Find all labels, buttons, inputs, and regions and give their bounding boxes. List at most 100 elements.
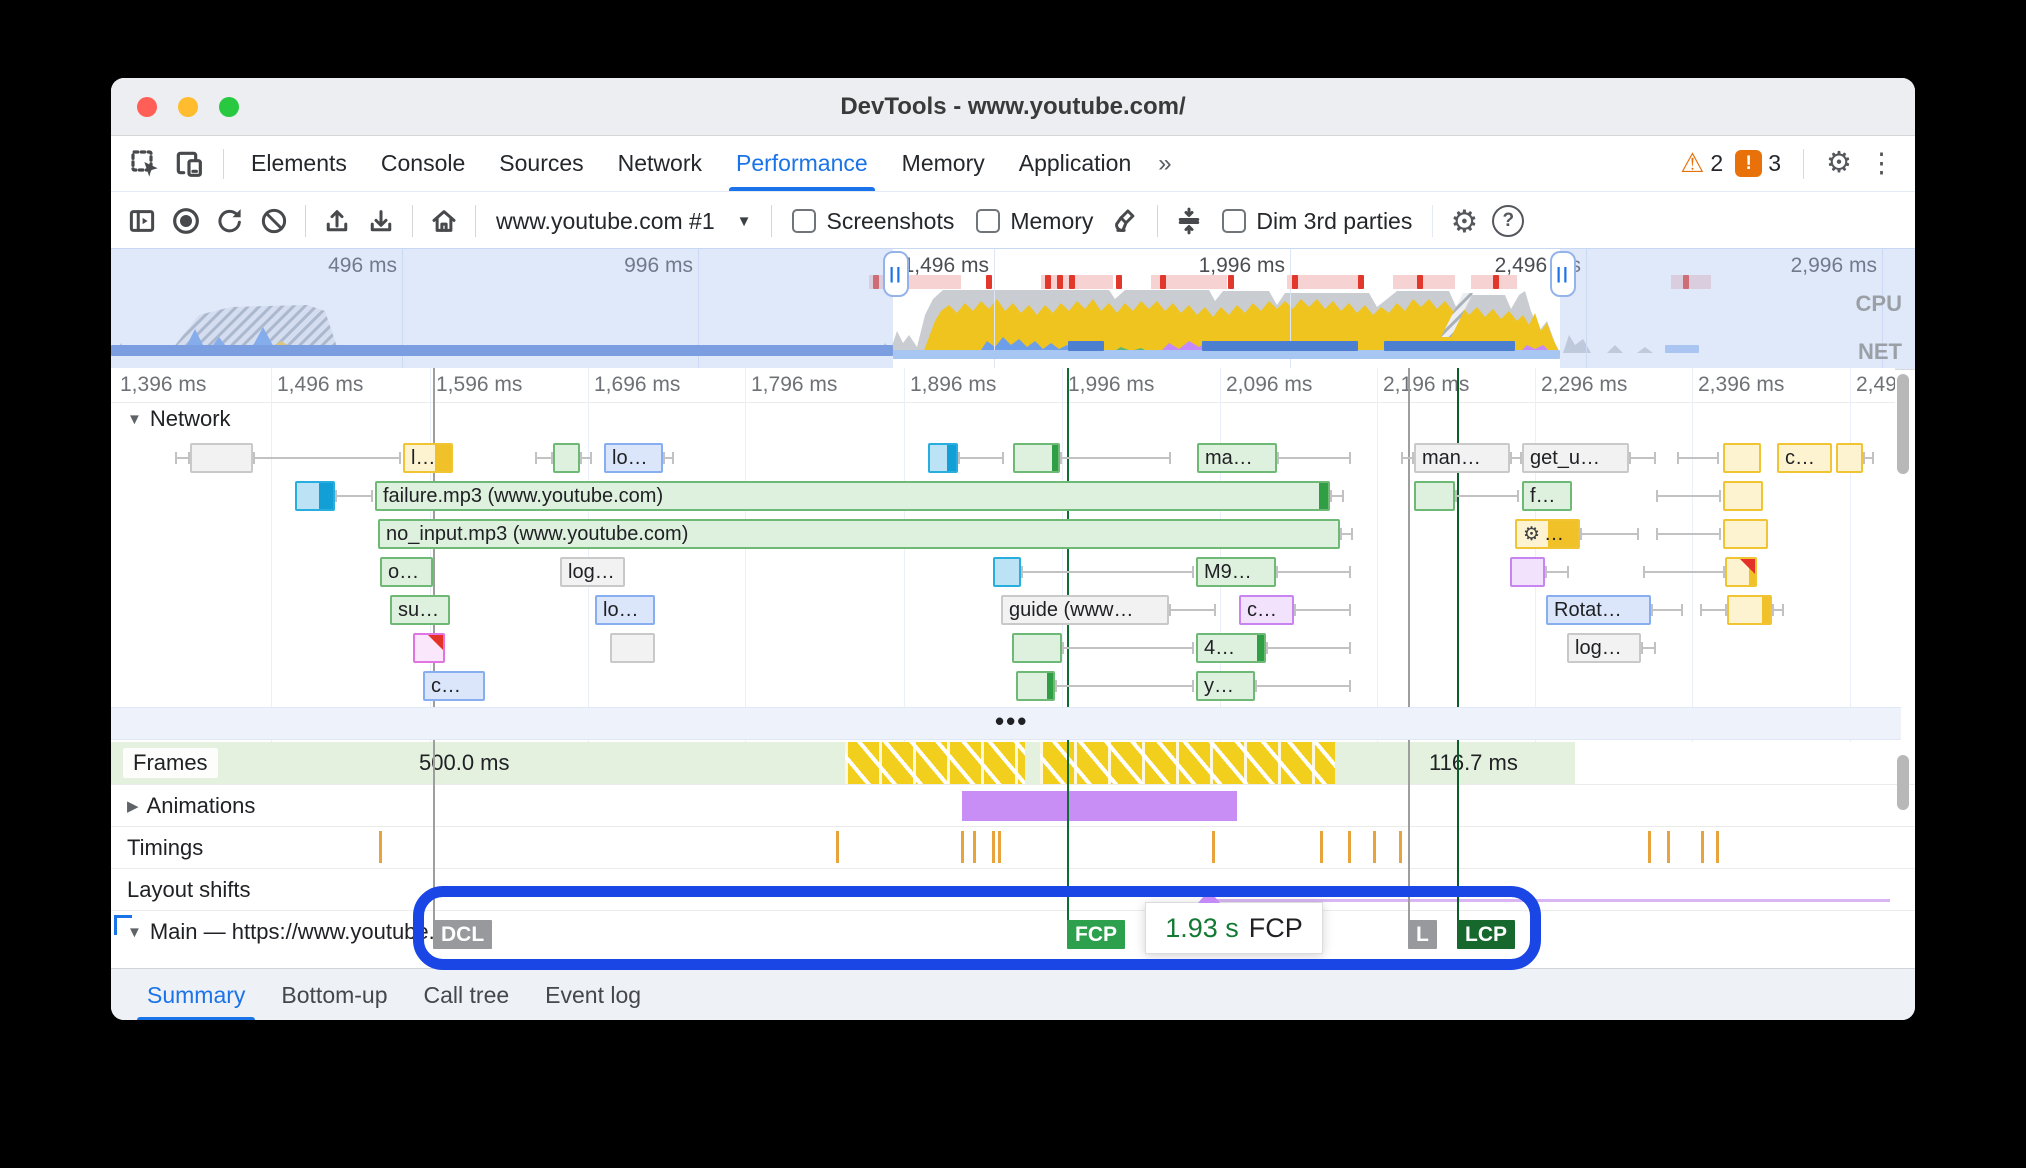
layout-shifts-track[interactable]: Layout shifts	[111, 868, 1915, 911]
tab-application[interactable]: Application	[1002, 136, 1149, 191]
settings-gear-icon[interactable]: ⚙	[1826, 149, 1852, 178]
more-tabs-icon[interactable]: »	[1148, 150, 1181, 178]
timings-track[interactable]: Timings	[111, 826, 1915, 869]
network-request-bar[interactable]: l…	[403, 443, 453, 473]
selection-handle-left[interactable]: ||	[883, 251, 909, 297]
network-request-bar[interactable]: Rotat…	[1546, 595, 1651, 625]
network-scrollbar-thumb[interactable]	[1897, 374, 1909, 474]
request-label: c…	[1785, 446, 1815, 469]
network-request-bar[interactable]: lo…	[595, 595, 655, 625]
network-request-bar[interactable]: log…	[560, 557, 625, 587]
tab-sources[interactable]: Sources	[482, 136, 600, 191]
upload-profile-icon[interactable]	[316, 200, 358, 242]
tracks-scrollbar-thumb[interactable]	[1897, 755, 1909, 810]
history-select[interactable]: www.youtube.com #1 ▼	[486, 208, 761, 235]
network-request-bar[interactable]	[1725, 557, 1757, 587]
help-icon[interactable]: ?	[1487, 200, 1529, 242]
network-request-bar[interactable]	[1012, 633, 1062, 663]
issues-counter[interactable]: ! 3	[1735, 150, 1781, 177]
network-request-bar[interactable]	[1727, 595, 1772, 625]
collapse-icon[interactable]	[1168, 200, 1210, 242]
network-request-bar[interactable]: failure.mp3 (www.youtube.com)	[375, 481, 1330, 511]
network-request-bar[interactable]: guide (www…	[1001, 595, 1169, 625]
details-tab-bottom-up[interactable]: Bottom-up	[263, 969, 405, 1020]
network-request-bar[interactable]	[1723, 481, 1763, 511]
tab-elements[interactable]: Elements	[234, 136, 364, 191]
divider	[223, 148, 224, 179]
network-request-bar[interactable]: f…	[1522, 481, 1572, 511]
details-tab-summary[interactable]: Summary	[129, 969, 263, 1020]
collect-garbage-icon[interactable]	[1105, 200, 1147, 242]
dim-3rd-parties-checkbox[interactable]: Dim 3rd parties	[1222, 208, 1412, 235]
kebab-menu-icon[interactable]: ⋮	[1864, 150, 1899, 177]
network-request-bar[interactable]: get_u…	[1522, 443, 1629, 473]
request-whisker	[1276, 566, 1351, 578]
network-request-bar[interactable]	[993, 557, 1021, 587]
timing-mark	[1348, 831, 1351, 863]
network-request-bar[interactable]: c…	[423, 671, 485, 701]
network-request-bar[interactable]	[295, 481, 335, 511]
network-request-bar[interactable]: log…	[1567, 633, 1641, 663]
screenshots-checkbox[interactable]: Screenshots	[792, 208, 954, 235]
network-request-bar[interactable]	[1510, 557, 1545, 587]
network-request-bar[interactable]: c…	[1239, 595, 1294, 625]
network-more-band[interactable]: •••	[111, 706, 1901, 740]
network-request-bar[interactable]: ma…	[1197, 443, 1277, 473]
network-request-bar[interactable]: no_input.mp3 (www.youtube.com)	[378, 519, 1340, 549]
tab-network[interactable]: Network	[601, 136, 719, 191]
network-request-bar[interactable]	[1016, 671, 1055, 701]
animation-bar[interactable]	[962, 791, 1237, 821]
request-bar-cap	[319, 483, 333, 509]
inspect-element-icon[interactable]	[125, 144, 165, 184]
request-label: su…	[398, 598, 440, 621]
network-request-bar[interactable]: ⚙…	[1515, 519, 1580, 549]
network-request-bar[interactable]	[1723, 519, 1768, 549]
details-tab-call-tree[interactable]: Call tree	[406, 969, 528, 1020]
network-request-bar[interactable]	[1013, 443, 1060, 473]
timeline-overview[interactable]: 496 ms 996 ms 1,496 ms 1,996 ms 2,496 ms 2,99…	[111, 248, 1915, 370]
request-bar-cap	[947, 445, 956, 471]
network-request-bar[interactable]	[1723, 443, 1761, 473]
network-request-bar[interactable]: M9…	[1196, 557, 1276, 587]
network-request-bar[interactable]	[413, 633, 445, 663]
request-bar-cap	[1257, 635, 1264, 661]
selection-handle-right[interactable]: ||	[1550, 251, 1576, 297]
main-thread-track[interactable]: ▼ Main — https://www.youtube.com/	[111, 910, 1915, 969]
memory-checkbox[interactable]: Memory	[976, 208, 1093, 235]
network-request-bar[interactable]	[1414, 481, 1455, 511]
details-tab-event-log[interactable]: Event log	[527, 969, 659, 1020]
network-request-bar[interactable]: 4…	[1196, 633, 1266, 663]
network-request-bar[interactable]: su…	[390, 595, 450, 625]
maximize-window-button[interactable]	[219, 97, 239, 117]
divider	[1432, 205, 1434, 237]
network-request-bar[interactable]: man…	[1414, 443, 1510, 473]
record-and-reload-button[interactable]	[209, 200, 251, 242]
tab-memory[interactable]: Memory	[885, 136, 1002, 191]
network-request-bar[interactable]	[190, 443, 253, 473]
network-track-toggle[interactable]: ▼ Network	[127, 406, 231, 432]
network-request-bar[interactable]	[928, 443, 958, 473]
animations-track[interactable]: ▶ Animations	[111, 784, 1915, 827]
tab-performance[interactable]: Performance	[719, 136, 885, 191]
download-profile-icon[interactable]	[360, 200, 402, 242]
tab-console[interactable]: Console	[364, 136, 482, 191]
record-button[interactable]	[165, 200, 207, 242]
network-request-bar[interactable]	[553, 443, 580, 473]
network-request-bar[interactable]: y…	[1196, 671, 1255, 701]
network-request-bar[interactable]: lo…	[604, 443, 663, 473]
console-warnings[interactable]: ⚠ 2	[1680, 150, 1723, 177]
network-request-bar[interactable]	[610, 633, 655, 663]
minimize-window-button[interactable]	[178, 97, 198, 117]
network-request-bar[interactable]: o…	[380, 557, 433, 587]
device-toolbar-icon[interactable]	[169, 144, 209, 184]
frames-track[interactable]: Frames 500.0 ms 116.7 ms	[111, 742, 1915, 784]
network-request-bar[interactable]	[1836, 443, 1863, 473]
chevron-down-icon: ▼	[736, 212, 752, 230]
network-request-bar[interactable]: c…	[1777, 443, 1832, 473]
close-window-button[interactable]	[137, 97, 157, 117]
clear-recording-icon[interactable]	[253, 200, 295, 242]
capture-settings-gear-icon[interactable]: ⚙	[1443, 200, 1485, 242]
request-label: lo…	[612, 446, 648, 469]
dock-side-toggle-icon[interactable]	[121, 200, 163, 242]
home-icon[interactable]	[423, 200, 465, 242]
